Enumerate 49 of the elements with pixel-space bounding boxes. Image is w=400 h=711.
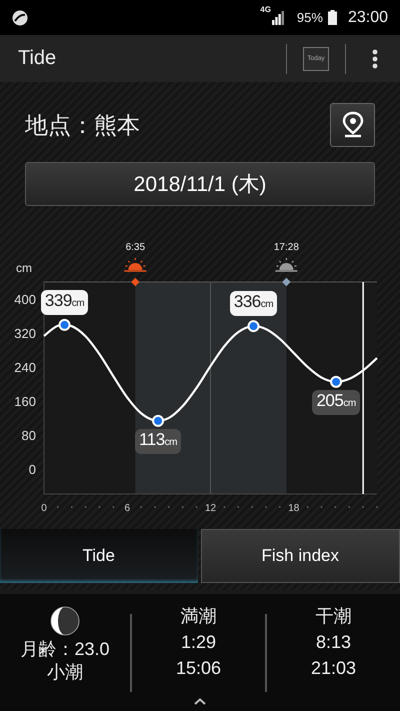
- y-tick-label: 80: [22, 428, 36, 443]
- tab[interactable]: Fish index: [200, 529, 400, 583]
- tide-height-label: 205cm: [312, 390, 360, 415]
- tide-time: 15:06: [176, 658, 222, 678]
- sunrise-icon: [124, 257, 146, 272]
- column-heading: 満潮: [180, 606, 216, 626]
- tide-extreme-point: [152, 414, 164, 427]
- tide-height-label: 339cm: [40, 290, 88, 315]
- app-logo-icon: [12, 10, 28, 26]
- tide-time: 21:03: [310, 658, 356, 678]
- map-pin-button[interactable]: [330, 103, 375, 147]
- y-axis-unit: cm: [16, 261, 32, 275]
- x-tick-label: 0: [41, 503, 47, 514]
- tide-height-label: 336cm: [230, 291, 278, 316]
- x-tick-label: 18: [288, 503, 300, 514]
- y-tick-label: 400: [14, 292, 36, 307]
- tide-extreme-point: [330, 376, 342, 388]
- caret-up-icon[interactable]: [194, 698, 206, 705]
- tide-extreme-point: [58, 318, 71, 331]
- sunset-time: 17:28: [274, 242, 299, 253]
- x-tick-label: 6: [124, 503, 130, 514]
- clock: 23:00: [348, 8, 388, 26]
- column-heading: 干潮: [316, 606, 352, 626]
- x-tick-label: 12: [204, 503, 216, 514]
- more-options-icon[interactable]: [372, 48, 378, 68]
- tide-time: 1:29: [180, 632, 216, 652]
- sunset-icon: [275, 257, 298, 272]
- tide-height-label: 113cm: [135, 428, 182, 454]
- tab[interactable]: Tide: [0, 529, 198, 583]
- tide-extreme-point: [248, 320, 260, 332]
- network-type: 4G: [260, 5, 271, 14]
- map-pin-icon: [342, 111, 364, 139]
- moon-age: 月齢：23.0: [20, 639, 110, 659]
- sun-marker: [282, 278, 291, 286]
- sunrise-time: 6:35: [126, 242, 146, 253]
- battery-percent: 95%: [296, 10, 323, 25]
- y-tick-label: 0: [28, 462, 36, 477]
- battery-icon: [328, 10, 337, 25]
- date-button[interactable]: 2018/11/1 (木): [25, 162, 375, 206]
- y-tick-label: 160: [14, 394, 36, 409]
- tide-type: 小潮: [47, 662, 83, 682]
- location-label: 地点：熊本: [25, 110, 140, 140]
- moon-phase-icon: [50, 606, 80, 636]
- y-tick-label: 320: [14, 326, 36, 341]
- signal-icon: [272, 10, 284, 24]
- tide-time: 8:13: [316, 632, 352, 652]
- y-tick-label: 240: [14, 360, 36, 375]
- sun-marker: [131, 278, 140, 286]
- app-title: Tide: [18, 47, 56, 70]
